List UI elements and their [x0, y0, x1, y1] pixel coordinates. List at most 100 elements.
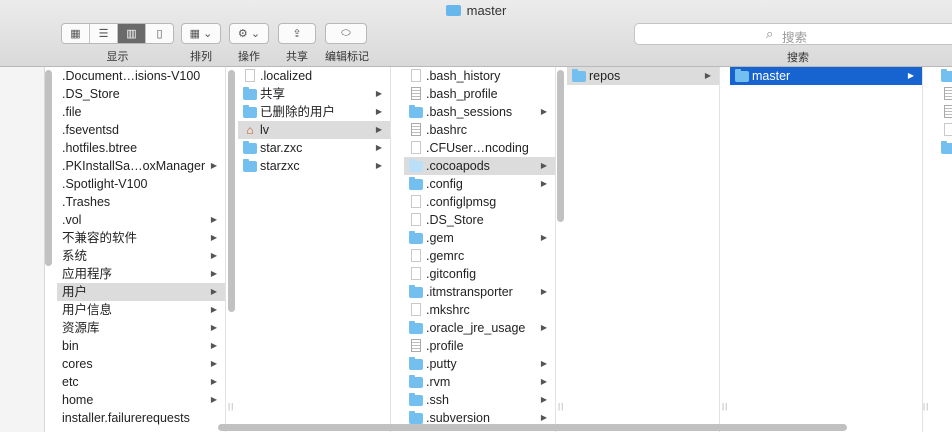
document-icon	[944, 87, 952, 100]
disclosure-arrow-icon: ▶	[210, 215, 217, 224]
list-item[interactable]: .mkshrc	[404, 301, 555, 319]
list-item[interactable]	[935, 103, 952, 121]
column-root: .Document…isions-V100 .DS_Store .file .fsev…	[57, 67, 226, 432]
list-item[interactable]: .fseventsd	[57, 121, 225, 139]
share-label: 共享	[286, 51, 308, 63]
list-item[interactable]: .bashrc	[404, 121, 555, 139]
list-item[interactable]: etc ▶	[57, 373, 225, 391]
file-icon	[245, 69, 255, 82]
list-item[interactable]: 用户 ▶	[57, 283, 225, 301]
list-view-icon[interactable]: ☰	[90, 24, 118, 43]
list-item[interactable]	[935, 85, 952, 103]
arrange-button[interactable]: ▦ ⌄	[181, 23, 221, 44]
list-item[interactable]: .Document…isions-V100	[57, 67, 225, 85]
arrange-group: ▦ ⌄ 排列	[181, 23, 221, 64]
list-item[interactable]: ⌂ lv ▶	[238, 121, 390, 139]
column-home-scrollbar[interactable]	[557, 70, 564, 222]
list-item-label: .bash_profile	[426, 87, 498, 101]
list-item[interactable]: 系统 ▶	[57, 247, 225, 265]
list-item[interactable]: home ▶	[57, 391, 225, 409]
list-item[interactable]: .oracle_jre_usage ▶	[404, 319, 555, 337]
list-item[interactable]: .vol ▶	[57, 211, 225, 229]
list-item[interactable]: .gem ▶	[404, 229, 555, 247]
list-item[interactable]: .profile	[404, 337, 555, 355]
list-item[interactable]: .localized	[238, 67, 390, 85]
disclosure-arrow-icon: ▶	[540, 233, 547, 242]
list-item-label: .hotfiles.btree	[62, 141, 138, 155]
list-item[interactable]: bin ▶	[57, 337, 225, 355]
list-item[interactable]: master ▶	[730, 67, 922, 85]
list-item-label: .PKInstallSa…oxManager	[62, 159, 206, 173]
list-item[interactable]: .gitconfig	[404, 265, 555, 283]
list-item[interactable]: star.zxc ▶	[238, 139, 390, 157]
list-item[interactable]: .bash_sessions ▶	[404, 103, 555, 121]
column-view-icon[interactable]: ▥	[118, 24, 146, 43]
disclosure-arrow-icon: ▶	[210, 269, 217, 278]
list-item-label: .bash_sessions	[426, 105, 513, 119]
view-segmented-control[interactable]: ▦ ☰ ▥ ▯	[61, 23, 174, 44]
list-item[interactable]: .bash_profile	[404, 85, 555, 103]
folder-icon	[409, 231, 423, 244]
edit-tags-button[interactable]: ⬭	[325, 23, 367, 44]
folder-icon	[409, 411, 423, 424]
document-icon	[411, 123, 421, 136]
cover-flow-icon[interactable]: ▯	[146, 24, 173, 43]
list-item[interactable]: .file	[57, 103, 225, 121]
list-item[interactable]: installer.failurerequests	[57, 409, 225, 427]
list-item[interactable]: 用户信息 ▶	[57, 301, 225, 319]
list-item[interactable]: .gemrc	[404, 247, 555, 265]
search-placeholder: 搜索	[782, 31, 808, 45]
horizontal-scrollbar[interactable]	[218, 424, 847, 431]
list-item-label: .CFUser…ncoding	[426, 141, 529, 155]
list-item[interactable]: .CFUser…ncoding	[404, 139, 555, 157]
list-item[interactable]: 已删除的用户 ▶	[238, 103, 390, 121]
list-item[interactable]: .itmstransporter ▶	[404, 283, 555, 301]
list-item[interactable]: .putty ▶	[404, 355, 555, 373]
list-item[interactable]: .Spotlight-V100	[57, 175, 225, 193]
list-item[interactable]	[935, 67, 952, 85]
column-root-scrollbar[interactable]	[228, 70, 235, 312]
list-item[interactable]: .PKInstallSa…oxManager ▶	[57, 157, 225, 175]
list-item[interactable]: .bash_history	[404, 67, 555, 85]
list-item[interactable]: 共享 ▶	[238, 85, 390, 103]
list-item[interactable]: .Trashes	[57, 193, 225, 211]
list-item-label: .bashrc	[426, 123, 467, 137]
action-button[interactable]: ⚙ ⌄	[229, 23, 269, 44]
list-item-label: .mkshrc	[426, 303, 470, 317]
list-item[interactable]: 资源库 ▶	[57, 319, 225, 337]
list-item[interactable]: .hotfiles.btree	[57, 139, 225, 157]
file-icon	[411, 213, 421, 226]
column-resize-handle[interactable]: ||	[228, 402, 234, 416]
list-item[interactable]	[935, 121, 952, 139]
search-input[interactable]: ⌕ 搜索	[634, 23, 952, 45]
list-item[interactable]: .DS_Store	[57, 85, 225, 103]
list-item[interactable]: repos ▶	[567, 67, 719, 85]
list-item[interactable]	[935, 139, 952, 157]
column-resize-handle[interactable]: ||	[558, 402, 564, 416]
share-button[interactable]: ⇪	[278, 23, 316, 44]
disclosure-arrow-icon: ▶	[704, 71, 711, 80]
list-item[interactable]: starzxc ▶	[238, 157, 390, 175]
list-item[interactable]: .configlpmsg	[404, 193, 555, 211]
icon-view-icon[interactable]: ▦	[62, 24, 90, 43]
sidebar-scrollbar[interactable]	[45, 70, 52, 266]
list-item[interactable]: cores ▶	[57, 355, 225, 373]
disclosure-arrow-icon: ▶	[540, 287, 547, 296]
folder-icon	[409, 285, 423, 298]
list-item-label: .file	[62, 105, 82, 119]
file-icon	[411, 249, 421, 262]
list-item[interactable]: 应用程序 ▶	[57, 265, 225, 283]
list-item[interactable]: 不兼容的软件 ▶	[57, 229, 225, 247]
list-item[interactable]: .cocoapods ▶	[404, 157, 555, 175]
column-resize-handle[interactable]: ||	[722, 402, 728, 416]
list-item-label: .localized	[260, 69, 313, 83]
list-item[interactable]: .ssh ▶	[404, 391, 555, 409]
column-repos: master ▶	[730, 67, 923, 432]
document-icon	[411, 87, 421, 100]
list-item-label: .Trashes	[62, 195, 111, 209]
disclosure-arrow-icon: ▶	[210, 305, 217, 314]
list-item[interactable]: .rvm ▶	[404, 373, 555, 391]
list-item[interactable]: .DS_Store	[404, 211, 555, 229]
column-resize-handle[interactable]: ||	[923, 402, 929, 416]
list-item[interactable]: .config ▶	[404, 175, 555, 193]
